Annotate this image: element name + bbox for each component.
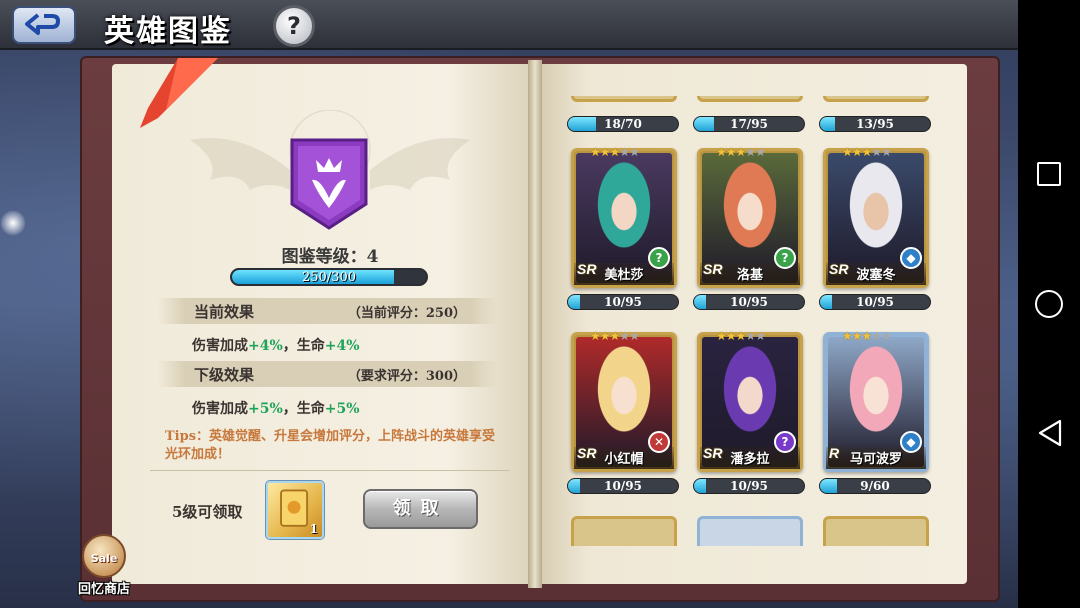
hero-card-partial[interactable] (823, 96, 929, 102)
hero-card[interactable]: ★★★★★ SR ? 美杜莎 (571, 145, 677, 288)
hero-name: 小红帽 (604, 452, 644, 467)
fragment-bar: 18/70 (567, 116, 679, 132)
reward-count: 1 (309, 522, 318, 536)
shop-label: 回忆商店 (77, 582, 130, 597)
fragment-count: 17/95 (730, 117, 768, 131)
hero-card[interactable]: ★★★★★ SR ? 潘多拉 (697, 329, 803, 472)
book-spine (528, 60, 542, 588)
fragment-count: 10/95 (730, 479, 768, 493)
fragment-count: 10/95 (730, 295, 768, 309)
hero-name: 潘多拉 (730, 452, 770, 467)
hero-stars: ★★★★★ (716, 329, 766, 343)
current-effect-title: 当前效果 (194, 303, 255, 321)
fragment-bar: 13/95 (819, 116, 931, 132)
next-damage-value: +5% (248, 401, 283, 417)
back-arrow-icon (25, 13, 60, 35)
hero-name: 马可波罗 (849, 452, 902, 467)
current-hp-label: ，生命 (282, 338, 325, 354)
next-damage-label: 伤害加成 (192, 401, 248, 417)
next-effect-line: 伤害加成+5%，生命+5% (192, 398, 360, 418)
hero-card-partial[interactable] (823, 516, 929, 546)
current-hp-value: +4% (324, 338, 360, 354)
top-bar: 英雄图鉴 ? (0, 0, 1018, 50)
fragment-bar: 9/60 (819, 478, 931, 494)
hero-stars: ★★★★★ (590, 329, 640, 343)
current-effect-header: 当前效果 （当前评分：250） (158, 298, 498, 324)
hero-name: 洛基 (736, 268, 763, 283)
fragment-bar: 10/95 (567, 294, 679, 310)
hero-stars: ★★★★★ (716, 145, 766, 159)
current-effect-line: 伤害加成+4%，生命+4% (192, 335, 360, 355)
reward-requirement: 5级可领取 (172, 503, 243, 521)
fragment-count: 13/95 (856, 117, 894, 131)
collection-progress-bar: 250/300 (230, 268, 428, 286)
sale-badge: Sale (90, 552, 118, 565)
next-effect-title: 下级效果 (194, 366, 255, 384)
hero-card[interactable]: ★★★★★ SR ? 洛基 (697, 145, 803, 288)
fragment-count: 9/60 (860, 479, 890, 493)
collection-progress-text: 250/300 (301, 270, 356, 285)
next-hp-label: ，生命 (282, 401, 325, 417)
fragment-bar: 10/95 (567, 478, 679, 494)
fragment-bar: 17/95 (693, 116, 805, 132)
back-triangle-icon[interactable] (1036, 418, 1064, 448)
next-hp-value: +5% (324, 401, 360, 417)
hero-stars: ★★★★★ (842, 329, 892, 343)
current-damage-value: +4% (248, 338, 283, 354)
hero-stars: ★★★★★ (590, 145, 640, 159)
required-score: （要求评分：300） (347, 369, 466, 384)
collection-emblem-icon (290, 138, 368, 230)
help-button[interactable]: ? (273, 5, 315, 47)
current-damage-label: 伤害加成 (192, 338, 248, 354)
hero-stars: ★★★★★ (842, 145, 892, 159)
back-button[interactable] (12, 6, 76, 44)
home-icon[interactable] (1035, 290, 1063, 318)
fragment-count: 18/70 (604, 117, 642, 131)
collection-level: 图鉴等级：4 (281, 247, 379, 267)
memory-shop-button[interactable]: Sale 回忆商店 (72, 534, 136, 600)
fragment-count: 10/95 (856, 295, 894, 309)
fragment-count: 10/95 (604, 479, 642, 493)
hero-card[interactable]: ★★★★★ SR ◆ 波塞冬 (823, 145, 929, 288)
fragment-count: 10/95 (604, 295, 642, 309)
hero-name: 波塞冬 (856, 268, 896, 283)
background-light (0, 210, 26, 236)
fragment-bar: 10/95 (693, 294, 805, 310)
hero-card-partial[interactable] (697, 516, 803, 546)
hero-card-partial[interactable] (571, 516, 677, 546)
reward-item[interactable]: 1 (266, 481, 324, 539)
fragment-bar: 10/95 (693, 478, 805, 494)
fragment-bar: 10/95 (819, 294, 931, 310)
hero-name: 美杜莎 (604, 268, 644, 283)
divider (150, 470, 510, 471)
current-score: （当前评分：250） (347, 306, 466, 321)
claim-button[interactable]: 领取 (363, 489, 478, 529)
next-effect-header: 下级效果 （要求评分：300） (158, 361, 498, 387)
hero-grid[interactable]: 18/70 17/95 13/95 ★★★★★ SR ? 美杜莎 10/95 ★★★★… (555, 96, 951, 546)
tips-text: Tips：英雄觉醒、升星会增加评分，上阵战斗的英雄享受光环加成！ (165, 429, 496, 462)
hero-card[interactable]: ★★★★★ SR ✕ 小红帽 (571, 329, 677, 472)
hero-card-partial[interactable] (697, 96, 803, 102)
page-title: 英雄图鉴 (104, 14, 232, 49)
recent-apps-icon[interactable] (1037, 162, 1061, 186)
hero-card-partial[interactable] (571, 96, 677, 102)
hero-card[interactable]: ★★★★★ R ◆ 马可波罗 (823, 329, 929, 472)
